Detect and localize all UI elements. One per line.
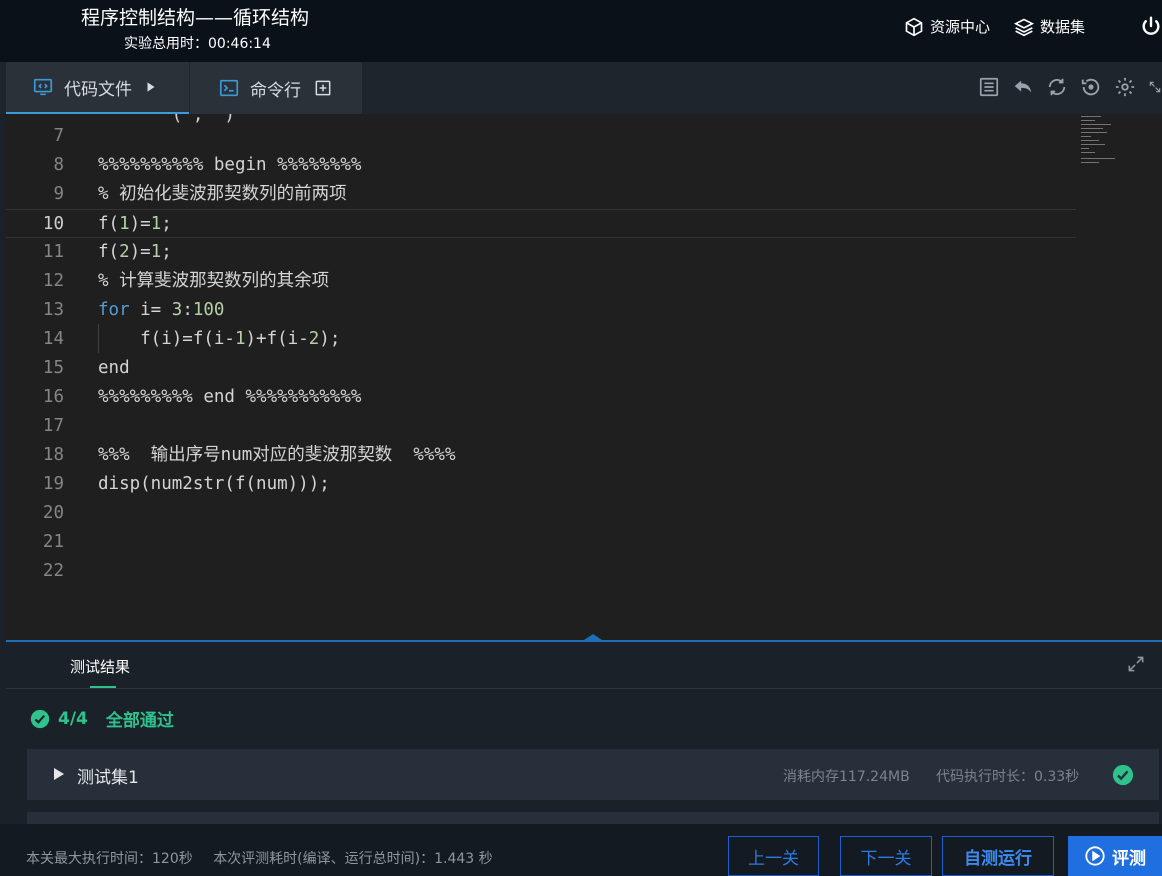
code-line: 13 for i= 3:100: [6, 296, 1076, 325]
test-results-panel: 测试结果 4/4 全部通过 测试集1 消耗内存117.24MB 代码执行时长：0…: [6, 642, 1162, 824]
elapsed-timer: 实验总用时：00:46:14: [124, 36, 271, 52]
layers-icon: [1014, 18, 1035, 36]
pass-status: 全部通过: [105, 711, 174, 731]
self-test-button[interactable]: 自测运行: [942, 836, 1054, 876]
testset-time: 代码执行时长：0.33秒: [936, 769, 1080, 785]
testset-memory: 消耗内存117.24MB: [783, 769, 910, 785]
tab-code-files-label: 代码文件: [64, 79, 132, 100]
evaluate-button[interactable]: 评测: [1068, 836, 1162, 876]
divider: [6, 688, 1162, 689]
check-circle-icon: [1112, 764, 1134, 786]
code-line: 11 f(2)=1;: [6, 238, 1076, 267]
expand-icon[interactable]: [1148, 76, 1162, 98]
fullscreen-icon[interactable]: [1126, 654, 1146, 674]
top-bar: 程序控制结构——循环结构 实验总用时：00:46:14 资源中心 数据集: [0, 0, 1162, 62]
code-minimap[interactable]: [1079, 114, 1139, 174]
play-arrow-icon[interactable]: [144, 80, 158, 94]
gear-icon[interactable]: [1114, 76, 1136, 98]
result-summary: 4/4 全部通过: [30, 706, 174, 731]
editor-tabbar: 代码文件 命令行: [0, 62, 1162, 114]
code-line-text-13: for i= 3:100: [98, 300, 225, 320]
page-title: 程序控制结构——循环结构: [81, 7, 310, 29]
code-line: 12 % 计算斐波那契数列的其余项: [42, 271, 330, 291]
terminal-icon: [219, 79, 239, 97]
list-icon[interactable]: [978, 76, 1000, 98]
next-level-button[interactable]: 下一关: [840, 836, 932, 876]
code-line: 17: [42, 416, 64, 436]
footer-bar: 本关最大执行时间：120秒 本次评测耗时(编译、运行总时间)：1.443 秒 上…: [0, 824, 1162, 876]
code-line: 19 disp(num2str(f(num)));: [42, 474, 330, 494]
dataset-button[interactable]: 数据集: [1014, 16, 1085, 37]
code-line: 15 end: [42, 358, 130, 378]
code-line-text-14: f(i)=f(i-1)+f(i-2);: [98, 329, 341, 349]
code-line: 22: [42, 561, 64, 581]
undo-icon[interactable]: [1012, 76, 1034, 98]
history-icon[interactable]: [1080, 76, 1102, 98]
cube-icon: [905, 17, 923, 36]
code-line: 20: [42, 503, 64, 523]
code-line-text-10: f(1)=1;: [98, 214, 172, 234]
code-line: 21: [42, 532, 64, 552]
footer-info: 本关最大执行时间：120秒 本次评测耗时(编译、运行总时间)：1.443 秒: [26, 848, 493, 868]
tab-command-line[interactable]: 命令行: [190, 62, 362, 114]
power-icon[interactable]: [1140, 14, 1162, 38]
play-circle-icon: [1085, 846, 1105, 866]
code-line: 18 %%% 输出序号num对应的斐波那契数 %%%%: [42, 445, 456, 465]
code-line-text-11: f(2)=1;: [98, 242, 172, 262]
top-actions: 资源中心 数据集: [904, 16, 1085, 37]
evaluate-label: 评测: [1112, 848, 1146, 869]
editor-toolbar: [978, 76, 1162, 98]
code-line: 14 f(i)=f(i-1)+f(i-2);: [6, 325, 1076, 354]
tab-command-line-label: 命令行: [250, 80, 301, 101]
max-exec-time: 本关最大执行时间：120秒: [26, 851, 193, 867]
code-line-current: 10 f(1)=1;: [6, 209, 1076, 238]
caret-right-icon: [54, 768, 64, 780]
code-line: 8 %%%%%%%%%% begin %%%%%%%%: [53, 155, 362, 175]
tab-code-files[interactable]: 代码文件: [6, 62, 189, 114]
code-line: 7: [53, 126, 64, 146]
resource-center-label: 资源中心: [930, 18, 991, 36]
testset-name: 测试集1: [77, 768, 139, 788]
code-editor[interactable]: ( , ) 7 8 %%%%%%%%%% begin %%%%%%%% 9 % …: [6, 114, 1162, 640]
score: 4/4: [58, 708, 88, 729]
testset-row[interactable]: 测试集1 消耗内存117.24MB 代码执行时长：0.33秒: [27, 749, 1159, 800]
resource-center-button[interactable]: 资源中心: [904, 16, 990, 37]
testset-row-partial: [27, 812, 1159, 824]
add-square-icon[interactable]: [313, 78, 333, 98]
refresh-icon[interactable]: [1046, 76, 1068, 98]
tab-test-results[interactable]: 测试结果: [70, 656, 130, 677]
dataset-label: 数据集: [1040, 18, 1086, 36]
prev-level-button[interactable]: 上一关: [728, 836, 819, 876]
code-monitor-icon: [33, 78, 53, 96]
code-line: 9 % 初始化斐波那契数列的前两项: [53, 184, 347, 204]
code-line: 16 %%%%%%%%% end %%%%%%%%%%%: [42, 387, 362, 407]
eval-time: 本次评测耗时(编译、运行总时间)：1.443 秒: [213, 851, 493, 867]
check-circle-icon: [30, 709, 50, 728]
